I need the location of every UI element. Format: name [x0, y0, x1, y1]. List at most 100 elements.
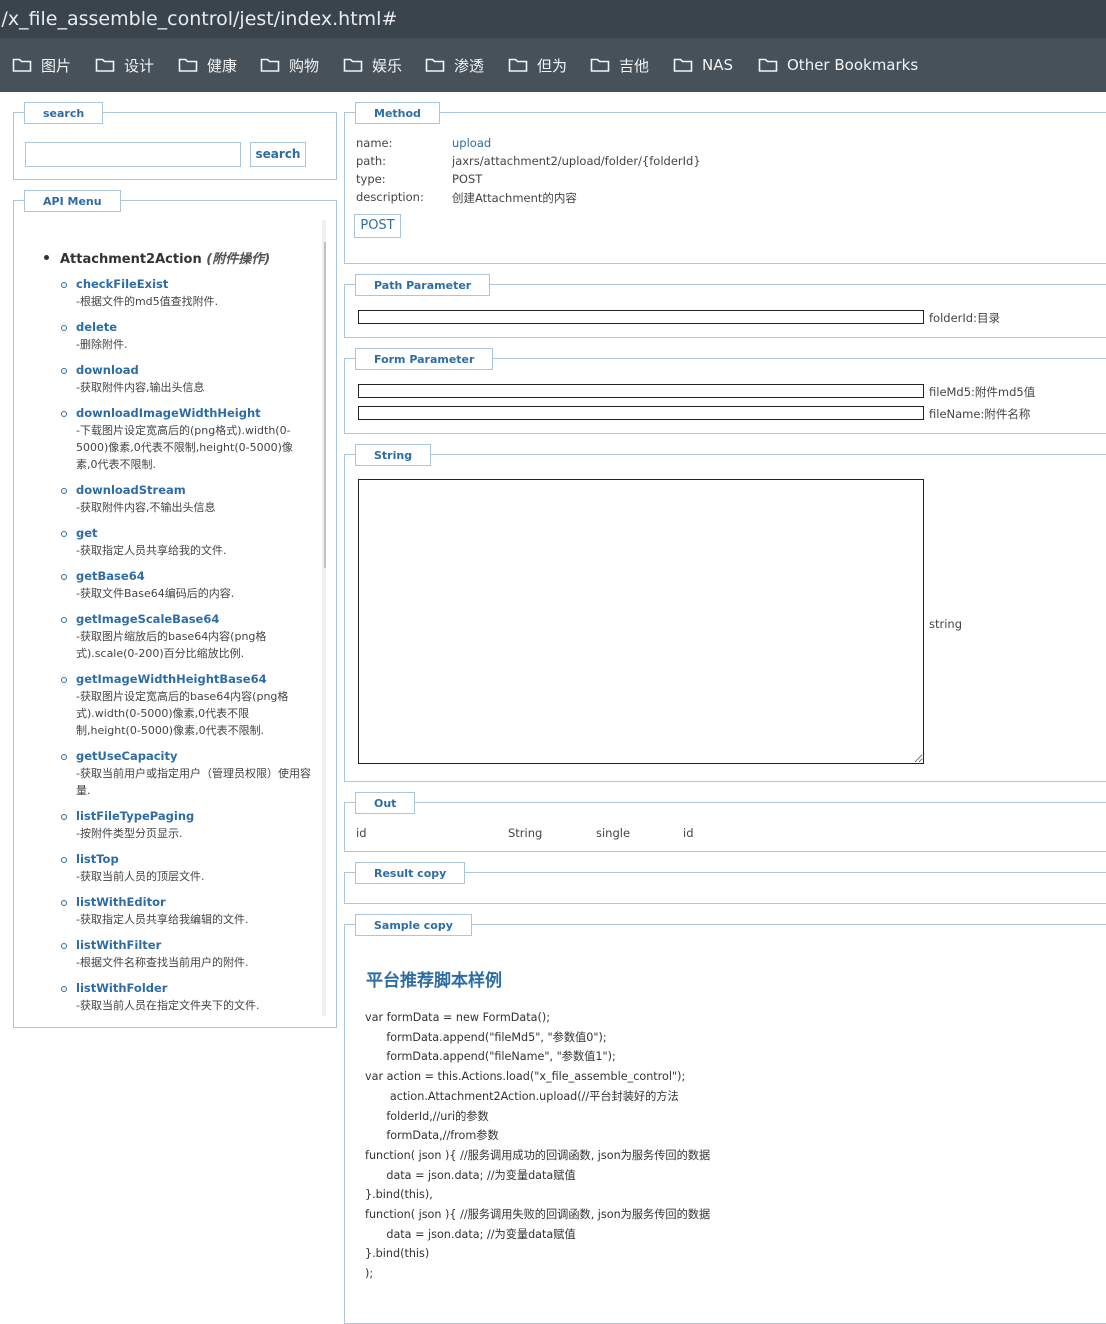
folder-icon	[343, 58, 363, 72]
method-path-label: path:	[356, 154, 387, 168]
api-item[interactable]: getUseCapacity -获取当前用户或指定用户（管理员权限）使用容量.	[61, 748, 312, 799]
code-line: formData.append("fileName", "参数值1");	[365, 1050, 616, 1064]
method-panel: Method	[344, 102, 1106, 264]
api-item[interactable]: downloadImageWidthHeight -下载图片设定宽高后的(png格…	[61, 405, 312, 473]
code-line: formData,//from参数	[365, 1129, 499, 1143]
api-item-name[interactable]: getImageScaleBase64	[76, 611, 312, 628]
folder-icon	[673, 58, 693, 72]
sample-legend[interactable]: Sample copy	[355, 914, 472, 936]
api-item[interactable]: get -获取指定人员共享给我的文件.	[61, 525, 312, 559]
file-name-input[interactable]	[358, 406, 924, 420]
bookmark-label: NAS	[702, 56, 734, 74]
address-bar[interactable]: )/x_file_assemble_control/jest/index.htm…	[0, 0, 1106, 38]
bookmark-7[interactable]: 吉他	[590, 38, 649, 92]
circle-bullet-icon	[61, 617, 67, 623]
result-legend[interactable]: Result copy	[355, 862, 466, 884]
code-line: }.bind(this),	[365, 1188, 433, 1202]
file-name-label: fileName:附件名称	[929, 407, 1031, 421]
circle-bullet-icon	[61, 531, 67, 537]
api-item-name[interactable]: getImageWidthHeightBase64	[76, 671, 312, 688]
method-name-label: name:	[356, 136, 393, 150]
api-item[interactable]: listTop -获取当前人员的顶层文件.	[61, 851, 312, 885]
api-group-name: Attachment2Action	[60, 252, 202, 267]
circle-bullet-icon	[61, 282, 67, 288]
api-item[interactable]: listFileTypePaging -按附件类型分页显示.	[61, 808, 312, 842]
code-line: formData.append("fileMd5", "参数值0");	[365, 1030, 607, 1044]
bookmark-label: 图片	[41, 56, 72, 75]
api-item-name[interactable]: get	[76, 525, 312, 542]
api-item[interactable]: listWithEditor -获取指定人员共享给我编辑的文件.	[61, 894, 312, 928]
sample-code: var formData = new FormData(); formData.…	[365, 1008, 710, 1284]
api-item-name[interactable]: getUseCapacity	[76, 748, 312, 765]
circle-bullet-icon	[61, 368, 67, 374]
menu-scrollbar[interactable]	[322, 220, 326, 1016]
api-menu-list[interactable]: Attachment2Action (附件操作) checkFileExist -…	[16, 220, 326, 1016]
api-item-name[interactable]: downloadImageWidthHeight	[76, 405, 312, 422]
api-item-name[interactable]: download	[76, 362, 312, 379]
code-line: }.bind(this)	[365, 1247, 430, 1261]
bookmark-4[interactable]: 娱乐	[343, 38, 402, 92]
api-item-desc: -获取指定人员共享给我的文件.	[76, 544, 227, 557]
api-item[interactable]: listWithFolder -获取当前人员在指定文件夹下的文件.	[61, 980, 312, 1014]
circle-bullet-icon	[61, 677, 67, 683]
bookmark-6[interactable]: 但为	[508, 38, 567, 92]
api-item-desc: -获取当前人员在指定文件夹下的文件.	[76, 999, 260, 1012]
api-item-name[interactable]: listWithEditor	[76, 894, 312, 911]
string-legend: String	[355, 444, 432, 466]
folder-icon	[12, 58, 32, 72]
scroll-thumb[interactable]	[324, 242, 326, 568]
folder-id-input[interactable]	[358, 310, 924, 324]
api-item[interactable]: delete -删除附件.	[61, 319, 312, 353]
folder-icon	[508, 58, 528, 72]
bookmark-3[interactable]: 购物	[260, 38, 319, 92]
api-item-desc: -获取指定人员共享给我编辑的文件.	[76, 913, 249, 926]
bookmark-8[interactable]: NAS	[673, 38, 733, 92]
method-path-value: jaxrs/attachment2/upload/folder/{folderI…	[452, 154, 701, 168]
api-item-name[interactable]: listWithFilter	[76, 937, 312, 954]
file-md5-input[interactable]	[358, 384, 924, 398]
api-item-name[interactable]: downloadStream	[76, 482, 312, 499]
api-item[interactable]: downloadStream -获取附件内容,不输出头信息	[61, 482, 312, 516]
method-type-value: POST	[452, 172, 483, 186]
string-label: string	[929, 617, 963, 631]
folder-icon	[95, 58, 115, 72]
bookmark-5[interactable]: 渗透	[425, 38, 484, 92]
circle-bullet-icon	[61, 411, 67, 417]
api-item-name[interactable]: checkFileExist	[76, 276, 312, 293]
api-item-desc: -获取附件内容,输出头信息	[76, 381, 205, 394]
circle-bullet-icon	[61, 943, 67, 949]
method-desc-label: description:	[356, 190, 424, 204]
api-item-name[interactable]: delete	[76, 319, 312, 336]
out-legend: Out	[355, 792, 416, 814]
circle-bullet-icon	[61, 488, 67, 494]
api-item[interactable]: download -获取附件内容,输出头信息	[61, 362, 312, 396]
bookmark-0[interactable]: 图片	[12, 38, 71, 92]
api-item[interactable]: getImageWidthHeightBase64 -获取图片设定宽高后的base…	[61, 671, 312, 739]
api-item[interactable]: getBase64 -获取文件Base64编码后的内容.	[61, 568, 312, 602]
file-md5-label: fileMd5:附件md5值	[929, 385, 1036, 399]
code-line: folderId,//uri的参数	[365, 1109, 489, 1123]
search-input[interactable]	[25, 142, 241, 167]
bullet-icon	[44, 255, 49, 260]
bookmark-1[interactable]: 设计	[95, 38, 154, 92]
bookmark-2[interactable]: 健康	[178, 38, 237, 92]
bookmark-label: 吉他	[619, 56, 650, 75]
api-item[interactable]: checkFileExist -根据文件的md5值查找附件.	[61, 276, 312, 310]
out-col-id: id	[356, 826, 367, 840]
bookmark-label: 设计	[124, 56, 155, 75]
search-button[interactable]: search	[250, 142, 306, 167]
api-group[interactable]: Attachment2Action (附件操作)	[44, 248, 270, 267]
form-parameter-legend: Form Parameter	[355, 348, 494, 370]
api-item[interactable]: getImageScaleBase64 -获取图片缩放后的base64内容(png…	[61, 611, 312, 662]
post-button[interactable]: POST	[354, 214, 401, 238]
string-textarea[interactable]	[358, 479, 924, 764]
folder-id-label: folderId:目录	[929, 311, 1000, 325]
bookmark-label: Other Bookmarks	[787, 56, 919, 74]
api-item-name[interactable]: getBase64	[76, 568, 312, 585]
api-item-name[interactable]: listFileTypePaging	[76, 808, 312, 825]
api-item-name[interactable]: listWithFolder	[76, 980, 312, 997]
circle-bullet-icon	[61, 325, 67, 331]
api-item-name[interactable]: listTop	[76, 851, 312, 868]
api-item[interactable]: listWithFilter -根据文件名称查找当前用户的附件.	[61, 937, 312, 971]
bookmark-9[interactable]: Other Bookmarks	[758, 38, 918, 92]
